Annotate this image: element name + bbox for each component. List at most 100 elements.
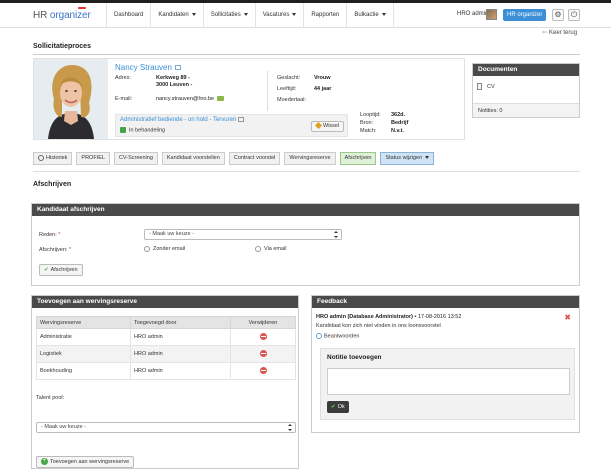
step-cv-screening[interactable]: CV-Screening bbox=[113, 152, 158, 165]
write-off-submit-button[interactable]: ✔ Afschrijven bbox=[39, 264, 83, 276]
nav-rapporten[interactable]: Rapporten bbox=[303, 3, 346, 28]
delete-icon[interactable] bbox=[259, 332, 267, 340]
app-logo[interactable]: HR organizer bbox=[33, 10, 91, 21]
source-label: Bron: bbox=[360, 120, 374, 126]
radio-button[interactable] bbox=[144, 246, 150, 252]
check-icon: ✔ bbox=[331, 404, 336, 410]
section-title: Afschrijven bbox=[33, 181, 72, 188]
divider bbox=[33, 54, 580, 55]
write-off-label: Afschrijven: * bbox=[39, 247, 72, 253]
column-header: Toegevoegd door bbox=[130, 316, 231, 329]
add-to-reserve-button[interactable]: + Toevoegen aan wervingsreserve bbox=[36, 456, 135, 468]
talent-pool-label: Talent pool: bbox=[36, 395, 65, 401]
edit-status-icon[interactable] bbox=[238, 117, 245, 122]
step-kandidaat-voorstellen[interactable]: Kandidaat voorstellen bbox=[161, 152, 225, 165]
close-icon[interactable]: ✖ bbox=[564, 313, 571, 322]
document-icon bbox=[477, 83, 482, 90]
status-change-dropdown[interactable]: Status wijzigen bbox=[380, 152, 435, 165]
reserve-name: Administratie bbox=[36, 328, 131, 346]
address-label: Adres: bbox=[115, 75, 131, 81]
email-value: nancy.strauven@hro.be bbox=[156, 96, 225, 102]
radio-no-email[interactable]: Zonder email bbox=[144, 246, 185, 252]
candidate-profile: Nancy Strauven Adres: Kerkweg 89 - 3000 … bbox=[33, 58, 465, 140]
reserve-table: Wervingsreserve Toegevoegd door Verwijde… bbox=[36, 316, 296, 380]
pencil-icon bbox=[314, 122, 323, 130]
step-historiek[interactable]: Historiek bbox=[33, 152, 73, 165]
note-textarea[interactable] bbox=[327, 368, 570, 395]
process-steps: Historiek PROFIEL CV-Screening Kandidaat… bbox=[33, 152, 438, 165]
nav-bulkactie[interactable]: Bulkactie bbox=[346, 3, 394, 28]
back-arrow-icon: ⇦ bbox=[542, 30, 548, 36]
talent-pool-select[interactable]: - Maak uw keuze - bbox=[36, 422, 296, 433]
nav-kandidaten[interactable]: Kandidaten bbox=[150, 3, 202, 28]
avatar[interactable] bbox=[486, 9, 497, 20]
candidate-name[interactable]: Nancy Strauven bbox=[115, 63, 181, 72]
nav-vacatures[interactable]: Vacatures bbox=[254, 3, 304, 28]
divider bbox=[33, 171, 580, 172]
reserve-added-by: HRO admin bbox=[130, 345, 231, 363]
chevron-down-icon bbox=[243, 12, 248, 16]
radio-via-email[interactable]: Via email bbox=[255, 246, 287, 252]
reply-icon bbox=[316, 333, 322, 339]
change-button[interactable]: Wissel bbox=[311, 121, 345, 132]
delete-icon[interactable] bbox=[259, 366, 267, 374]
reserve-name: Logistiek bbox=[36, 345, 131, 363]
divider bbox=[267, 71, 268, 111]
step-wervingsreserve[interactable]: Wervingsreserve bbox=[284, 152, 336, 165]
column-header: Verwijderen bbox=[230, 316, 296, 329]
back-link[interactable]: ⇦ Keer terug bbox=[542, 29, 577, 36]
add-note-box: Notitie toevoegen ✔ Ok bbox=[320, 348, 575, 420]
select-arrows-icon bbox=[334, 231, 338, 238]
chevron-down-icon bbox=[425, 156, 430, 160]
vacancy-status-link[interactable]: Administratief bediende - on hold - Terv… bbox=[120, 117, 245, 123]
nav-dashboard[interactable]: Dashboard bbox=[106, 3, 150, 28]
step-contract-voorstel[interactable]: Contract voorstel bbox=[228, 152, 281, 165]
notes-count[interactable]: Notities: 0 bbox=[473, 103, 579, 117]
reserve-panel-title: Toevoegen aan wervingsreserve bbox=[32, 296, 298, 308]
check-icon bbox=[120, 127, 126, 133]
feedback-meta: HRO admin (Database Administrator) • 17-… bbox=[316, 314, 462, 320]
select-arrows-icon bbox=[288, 424, 292, 431]
email-label: E-mail: bbox=[115, 96, 133, 102]
power-icon[interactable]: ⏻ bbox=[568, 9, 580, 21]
column-header: Wervingsreserve bbox=[36, 316, 131, 329]
reserve-name: Boekhouding bbox=[36, 362, 131, 380]
step-profiel[interactable]: PROFIEL bbox=[76, 152, 110, 165]
match-value: N.v.t. bbox=[391, 128, 405, 134]
table-header-row: Wervingsreserve Toegevoegd door Verwijde… bbox=[36, 316, 296, 329]
age-label: Leeftijd: bbox=[277, 86, 297, 92]
gear-icon[interactable]: ⚙ bbox=[552, 9, 564, 21]
write-off-panel: Kandidaat afschrijven Reden: * - Maak uw… bbox=[31, 203, 580, 286]
nav-sollicitaties[interactable]: Sollicitaties bbox=[202, 3, 255, 28]
add-note-title: Notitie toevoegen bbox=[327, 354, 382, 361]
duration-value: 362d. bbox=[391, 112, 406, 118]
navbar: HR organizer Dashboard Kandidaten Sollic… bbox=[0, 3, 611, 28]
table-row: Administratie HRO admin bbox=[36, 328, 296, 346]
delete-icon[interactable] bbox=[259, 349, 267, 357]
user-name[interactable]: HRO admin bbox=[457, 11, 488, 17]
mail-icon[interactable] bbox=[217, 96, 225, 102]
table-row: Boekhouding HRO admin bbox=[36, 362, 296, 380]
chevron-down-icon bbox=[292, 12, 297, 16]
reason-label: Reden: * bbox=[39, 232, 61, 238]
reply-link[interactable]: Beantwoorden bbox=[316, 333, 359, 339]
match-label: Match: bbox=[360, 128, 377, 134]
reason-select[interactable]: - Maak uw keuze - bbox=[144, 229, 342, 240]
vcard-icon[interactable] bbox=[174, 65, 181, 71]
reserve-panel: Toevoegen aan wervingsreserve Wervingsre… bbox=[31, 295, 299, 469]
reserve-added-by: HRO admin bbox=[130, 328, 231, 346]
source-value: Bedrijf bbox=[391, 120, 409, 126]
write-off-panel-title: Kandidaat afschrijven bbox=[32, 204, 579, 216]
org-badge[interactable]: HR organizer bbox=[503, 9, 547, 21]
reserve-added-by: HRO admin bbox=[130, 362, 231, 380]
chevron-down-icon bbox=[381, 12, 386, 16]
page-title: Sollicitatieproces bbox=[33, 43, 91, 50]
clock-icon bbox=[38, 154, 44, 161]
radio-button[interactable] bbox=[255, 246, 261, 252]
document-item[interactable]: CV bbox=[477, 83, 495, 90]
age-value: 44 jaar bbox=[314, 86, 332, 92]
process-status: In behandeling bbox=[120, 127, 165, 133]
ok-button[interactable]: ✔ Ok bbox=[327, 401, 349, 413]
step-afschrijven[interactable]: Afschrijven bbox=[339, 152, 377, 165]
main-nav: Dashboard Kandidaten Sollicitaties Vacat… bbox=[106, 3, 394, 28]
